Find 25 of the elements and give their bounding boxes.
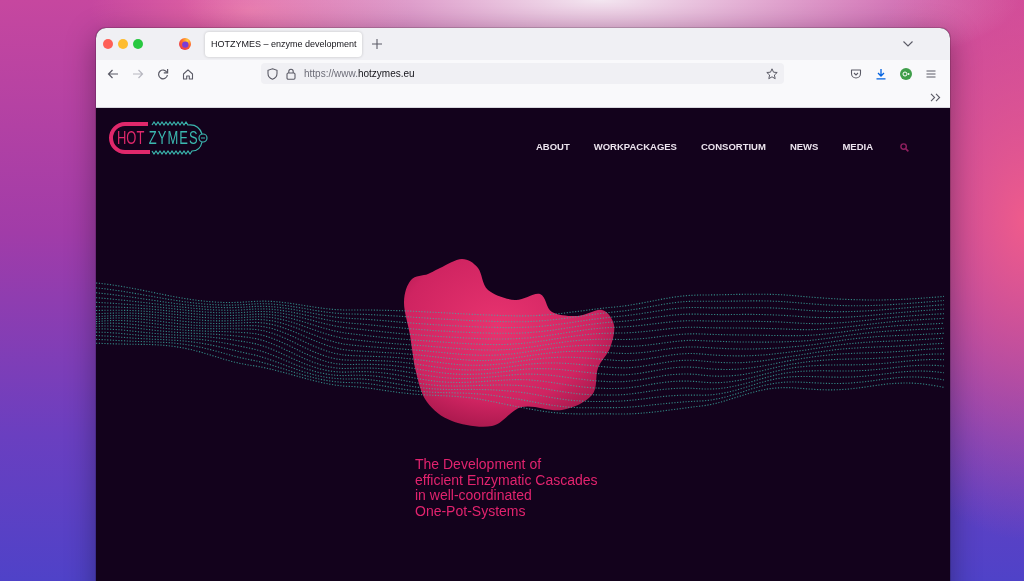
browser-tab[interactable]: HOTZYMES – enzyme development xyxy=(205,31,362,57)
double-chevron-right-icon[interactable] xyxy=(930,92,941,102)
extension-icon[interactable] xyxy=(900,67,912,80)
search-icon[interactable] xyxy=(900,142,909,152)
lock-icon[interactable] xyxy=(286,67,296,80)
nav-link[interactable]: MEDIA xyxy=(842,141,873,153)
pocket-icon[interactable] xyxy=(850,67,862,80)
chevron-down-icon[interactable] xyxy=(903,41,913,47)
new-tab-icon[interactable] xyxy=(372,39,382,49)
reload-icon[interactable] xyxy=(157,67,169,80)
back-arrow-icon[interactable] xyxy=(107,67,119,80)
url-text: https://www.hotzymes.eu xyxy=(304,68,415,79)
close-window-icon[interactable] xyxy=(103,39,113,49)
tagline: The Development of efficient Enzymatic Cascades in well-coordinated One-Pot-Systems xyxy=(415,457,598,520)
browser-logo-icon[interactable] xyxy=(179,38,191,50)
nav-link[interactable]: WORKPACKAGES xyxy=(593,141,677,153)
address-bar[interactable]: https://www.hotzymes.eu xyxy=(261,63,784,84)
nav-link[interactable]: CONSORTIUM xyxy=(700,141,766,153)
site-logo[interactable]: HOT ZYMES xyxy=(108,120,208,156)
star-icon[interactable] xyxy=(766,67,778,80)
shield-icon[interactable] xyxy=(267,67,278,80)
nav-link[interactable]: ABOUT xyxy=(535,141,570,153)
download-icon[interactable] xyxy=(875,67,887,80)
home-icon[interactable] xyxy=(182,67,194,80)
nav-link[interactable]: NEWS xyxy=(789,141,819,153)
